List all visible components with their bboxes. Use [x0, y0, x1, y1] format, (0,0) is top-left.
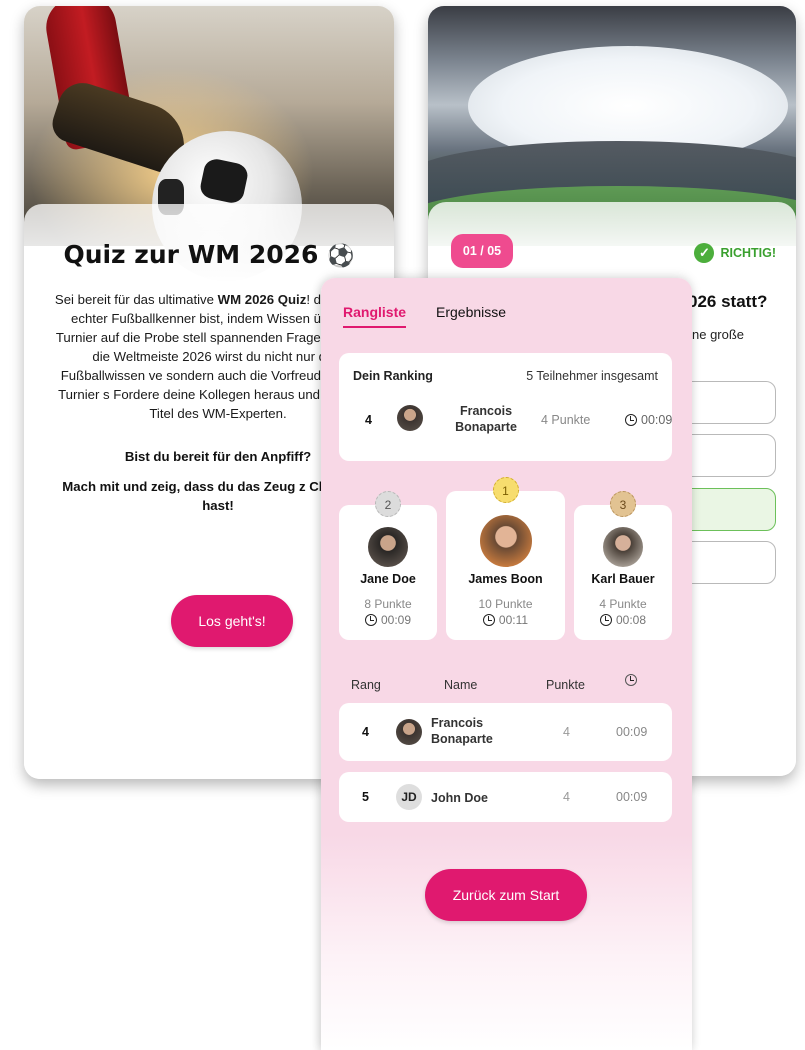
- table-row: 5 JD John Doe 4 00:09: [339, 772, 672, 822]
- table-row: 4 Francois Bonaparte 4 00:09: [339, 703, 672, 761]
- podium-time: 00:11: [446, 613, 565, 627]
- my-rank-time: 00:09: [625, 413, 672, 427]
- rank-badge-gold: 1: [492, 477, 519, 503]
- avatar: [477, 513, 534, 569]
- row-name: John Doe: [431, 791, 488, 805]
- clock-icon: [482, 614, 495, 626]
- my-rank-name: Francois Bonaparte: [455, 404, 517, 434]
- start-button[interactable]: Los geht's!: [171, 595, 293, 647]
- answer-status: ✓ RICHTIG!: [694, 242, 776, 264]
- participants-count: 5 Teilnehmer insgesamt: [526, 369, 658, 383]
- row-points: 4: [563, 725, 570, 739]
- soccer-ball-icon: ⚽: [327, 244, 355, 269]
- podium-name: James Boon: [468, 572, 543, 586]
- avatar: JD: [396, 784, 422, 810]
- hero-image-stadium: [428, 6, 796, 246]
- clock-icon: [625, 674, 637, 686]
- row-rank: 4: [362, 725, 369, 739]
- check-circle-icon: ✓: [694, 243, 715, 263]
- column-header-time: [625, 674, 637, 688]
- podium-time: 00:08: [574, 613, 672, 627]
- clock-icon: [625, 414, 637, 426]
- clock-icon: [599, 614, 612, 626]
- podium-time: 00:09: [339, 613, 437, 627]
- column-header-name: Name: [444, 678, 478, 692]
- podium-name: Jane Doe: [360, 572, 416, 586]
- podium-points: 4 Punkte: [599, 597, 647, 611]
- row-rank: 5: [362, 790, 369, 804]
- question-subtitle: ne große: [692, 327, 745, 342]
- podium-second: 2 Jane Doe 8 Punkte 00:09: [339, 491, 437, 640]
- row-time: 00:09: [616, 725, 648, 739]
- question-title: 026 statt?: [688, 292, 768, 311]
- tab-rangliste[interactable]: Rangliste: [343, 304, 407, 328]
- back-to-start-button[interactable]: Zurück zum Start: [425, 869, 587, 921]
- my-rank-points: 4 Punkte: [541, 413, 591, 427]
- column-header-rank: Rang: [351, 678, 381, 692]
- row-name: Francois Bonaparte: [431, 716, 493, 746]
- clock-icon: [364, 614, 377, 626]
- podium-third: 3 Karl Bauer 4 Punkte 00:08: [574, 491, 672, 640]
- tab-ergebnisse[interactable]: Ergebnisse: [436, 304, 506, 328]
- avatar: [603, 527, 643, 567]
- my-rank-number: 4: [365, 413, 372, 427]
- row-time: 00:09: [616, 790, 648, 804]
- podium-points: 10 Punkte: [478, 597, 533, 611]
- row-points: 4: [563, 790, 570, 804]
- my-ranking-box: Dein Ranking 5 Teilnehmer insgesamt 4 Fr…: [339, 353, 672, 461]
- column-header-points: Punkte: [546, 678, 585, 692]
- rank-badge-bronze: 3: [610, 491, 636, 517]
- avatar: [396, 719, 422, 745]
- intro-title: Quiz zur WM 2026 ⚽: [63, 240, 355, 269]
- podium-points: 8 Punkte: [364, 597, 412, 611]
- avatar: [397, 405, 423, 431]
- podium-name: Karl Bauer: [591, 572, 655, 586]
- ranking-card: Rangliste Ergebnisse Dein Ranking 5 Teil…: [321, 278, 692, 1050]
- my-ranking-label: Dein Ranking: [353, 369, 433, 383]
- avatar: [368, 527, 408, 567]
- ranking-tabs: Rangliste Ergebnisse: [343, 304, 506, 328]
- rank-badge-silver: 2: [375, 491, 401, 517]
- question-counter: 01 / 05: [451, 234, 513, 268]
- podium-first: 1 James Boon 10 Punkte 00:11: [446, 477, 565, 640]
